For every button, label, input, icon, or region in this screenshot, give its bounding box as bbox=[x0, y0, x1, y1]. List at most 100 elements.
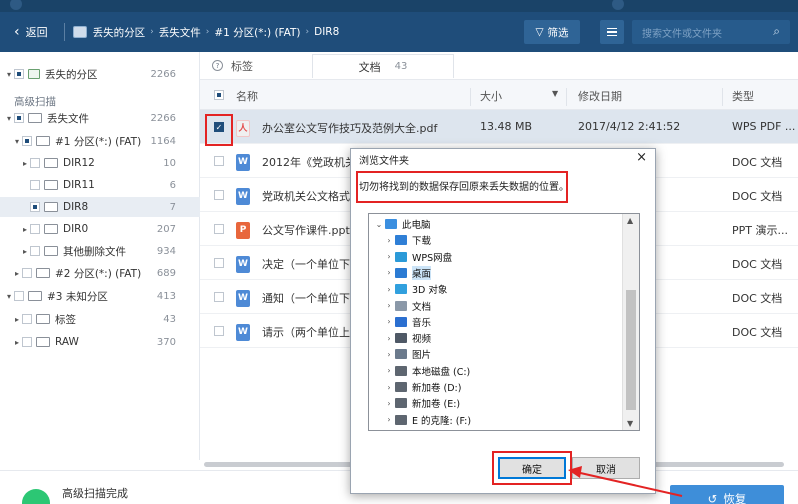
expand-icon[interactable]: ▾ bbox=[12, 137, 22, 146]
breadcrumb-item[interactable]: 丢失的分区 bbox=[93, 25, 146, 40]
scroll-up-icon[interactable]: ▲ bbox=[627, 216, 633, 225]
close-icon[interactable]: × bbox=[636, 150, 647, 165]
checkbox[interactable] bbox=[22, 337, 32, 347]
sidebar-item-partition-3[interactable]: ▾ #3 未知分区 413 bbox=[0, 286, 200, 306]
expand-icon[interactable]: ▸ bbox=[12, 269, 22, 278]
checkbox[interactable] bbox=[22, 268, 32, 278]
filter-button[interactable]: ▽ 筛选 bbox=[524, 20, 580, 44]
ok-button[interactable]: 确定 bbox=[498, 457, 566, 479]
row-checkbox[interactable] bbox=[214, 326, 224, 336]
expand-icon[interactable]: › bbox=[383, 301, 395, 310]
expand-icon[interactable]: › bbox=[383, 285, 395, 294]
cancel-button[interactable]: 取消 bbox=[572, 457, 640, 479]
expand-icon[interactable]: › bbox=[383, 252, 395, 261]
column-date[interactable]: 修改日期 bbox=[578, 88, 622, 104]
sidebar-item-other-deleted[interactable]: ▸ 其他删除文件 934 bbox=[0, 241, 200, 261]
folder-icon bbox=[44, 246, 58, 256]
expand-icon[interactable]: ▸ bbox=[12, 338, 22, 347]
tree-count: 6 bbox=[169, 179, 176, 191]
checkbox[interactable] bbox=[30, 224, 40, 234]
folder-tree-item[interactable]: › 新加卷 (D:) bbox=[369, 379, 625, 395]
checkbox[interactable] bbox=[14, 69, 24, 79]
row-checkbox[interactable] bbox=[214, 258, 224, 268]
checkbox[interactable] bbox=[22, 314, 32, 324]
select-all-checkbox[interactable] bbox=[214, 90, 224, 100]
checkbox[interactable] bbox=[30, 202, 40, 212]
sidebar-item-dir12[interactable]: ▸ DIR12 10 bbox=[0, 153, 200, 173]
doc-file-icon: W bbox=[236, 324, 250, 341]
folder-tree-item[interactable]: › 下载 bbox=[369, 232, 625, 248]
folder-icon bbox=[44, 202, 58, 212]
checkbox[interactable] bbox=[14, 113, 24, 123]
folder-tree-item[interactable]: › 图片 bbox=[369, 346, 625, 362]
breadcrumb-item[interactable]: 丢失文件 bbox=[159, 25, 201, 40]
sidebar-item-tags[interactable]: ▸ 标签 43 bbox=[0, 309, 200, 329]
folder-tree-item[interactable]: › 3D 对象 bbox=[369, 281, 625, 297]
sidebar-item-lost-partitions[interactable]: ▾ 丢失的分区 2266 bbox=[0, 64, 200, 84]
row-checkbox[interactable]: ✓ bbox=[214, 122, 224, 132]
column-name[interactable]: 名称 bbox=[236, 88, 258, 104]
folder-tree[interactable]: ⌄ 此电脑 › 下载 › WPS网盘 › 桌面 › 3D 对象 › 文档 › 音乐 › 视频 › 图片 › 本地磁盘 … bbox=[368, 213, 640, 431]
row-checkbox[interactable] bbox=[214, 292, 224, 302]
sidebar-item-partition-1[interactable]: ▾ #1 分区(*:) (FAT) 1164 bbox=[0, 131, 200, 151]
vertical-scrollbar[interactable]: ▲ ▼ bbox=[622, 214, 639, 430]
tree-count: 1164 bbox=[150, 135, 176, 147]
breadcrumb-item[interactable]: #1 分区(*:) (FAT) bbox=[214, 25, 300, 40]
folder-tree-item[interactable]: › 新加卷 (E:) bbox=[369, 395, 625, 411]
search-icon[interactable]: ⌕ bbox=[773, 24, 780, 39]
sidebar-item-raw[interactable]: ▸ RAW 370 bbox=[0, 332, 200, 352]
scroll-down-icon[interactable]: ▼ bbox=[627, 419, 633, 428]
row-checkbox[interactable] bbox=[214, 156, 224, 166]
expand-icon[interactable]: ▾ bbox=[4, 114, 14, 123]
folder-tree-item[interactable]: › WPS网盘 bbox=[369, 249, 625, 265]
folder-icon bbox=[44, 224, 58, 234]
expand-icon[interactable]: › bbox=[383, 268, 395, 277]
sidebar-item-dir0[interactable]: ▸ DIR0 207 bbox=[0, 219, 200, 239]
folder-tree-item[interactable]: › E 的克隆: (F:) bbox=[369, 412, 625, 428]
expand-icon[interactable]: › bbox=[383, 334, 395, 343]
back-button[interactable]: ‹ 返回 bbox=[0, 12, 56, 52]
folder-tree-item[interactable]: › 文档 bbox=[369, 298, 625, 314]
expand-icon[interactable]: ⌄ bbox=[373, 220, 385, 229]
column-type[interactable]: 类型 bbox=[732, 88, 754, 104]
checkbox[interactable] bbox=[14, 291, 24, 301]
folder-tree-item[interactable]: › 视频 bbox=[369, 330, 625, 346]
folder-tree-item[interactable]: › 音乐 bbox=[369, 314, 625, 330]
checkbox[interactable] bbox=[30, 158, 40, 168]
checkbox[interactable] bbox=[30, 246, 40, 256]
expand-icon[interactable]: › bbox=[383, 366, 395, 375]
expand-icon[interactable]: › bbox=[383, 350, 395, 359]
question-icon[interactable]: ? bbox=[212, 60, 223, 71]
column-size[interactable]: 大小 bbox=[480, 88, 502, 104]
sidebar-item-dir8[interactable]: DIR8 7 bbox=[0, 197, 200, 217]
sidebar-item-dir11[interactable]: DIR11 6 bbox=[0, 175, 200, 195]
sidebar-item-partition-2[interactable]: ▸ #2 分区(*:) (FAT) 689 bbox=[0, 263, 200, 283]
file-type: DOC 文档 bbox=[732, 190, 783, 203]
expand-icon[interactable]: ▾ bbox=[4, 70, 14, 79]
expand-icon[interactable]: ▸ bbox=[20, 247, 30, 256]
row-checkbox[interactable] bbox=[214, 224, 224, 234]
expand-icon[interactable]: ▾ bbox=[4, 292, 14, 301]
expand-icon[interactable]: ▸ bbox=[20, 159, 30, 168]
folder-tree-item[interactable]: › 桌面 bbox=[369, 265, 625, 281]
expand-icon[interactable]: ▸ bbox=[12, 315, 22, 324]
table-row[interactable]: ✓ 人办公室公文写作技巧及范例大全.pdf 13.48 MB 2017/4/12 2:… bbox=[200, 110, 798, 144]
folder-tree-item[interactable]: ⌄ 此电脑 bbox=[369, 216, 625, 232]
breadcrumb-item[interactable]: DIR8 bbox=[314, 26, 339, 38]
expand-icon[interactable]: › bbox=[383, 415, 395, 424]
recover-button[interactable]: ↺ 恢复 bbox=[670, 485, 784, 504]
expand-icon[interactable]: › bbox=[383, 383, 395, 392]
sort-down-icon[interactable]: ▼ bbox=[552, 89, 558, 98]
expand-icon[interactable]: › bbox=[383, 399, 395, 408]
expand-icon[interactable]: ▸ bbox=[20, 225, 30, 234]
checkbox[interactable] bbox=[22, 136, 32, 146]
sidebar-item-lost-files[interactable]: ▾ 丢失文件 2266 bbox=[0, 108, 200, 128]
expand-icon[interactable]: › bbox=[383, 236, 395, 245]
folder-tree-item[interactable]: › 本地磁盘 (C:) bbox=[369, 363, 625, 379]
expand-icon[interactable]: › bbox=[383, 317, 395, 326]
list-view-button[interactable] bbox=[600, 20, 624, 44]
search-input[interactable]: 搜索文件或文件夹 ⌕ bbox=[632, 20, 790, 44]
checkbox[interactable] bbox=[30, 180, 40, 190]
tab-documents[interactable]: 文档 43 bbox=[312, 54, 454, 78]
row-checkbox[interactable] bbox=[214, 190, 224, 200]
